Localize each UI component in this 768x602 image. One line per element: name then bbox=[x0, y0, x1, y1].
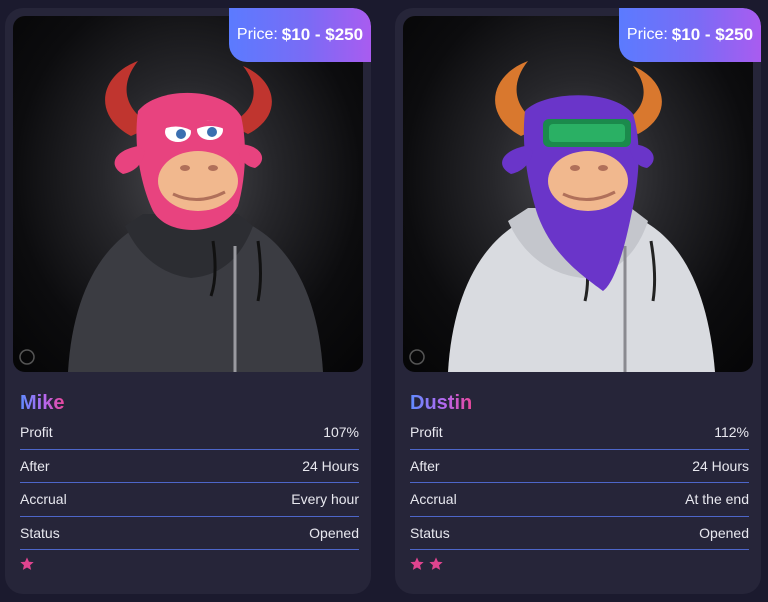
stat-label: Status bbox=[410, 524, 450, 541]
stat-row-after: After 24 Hours bbox=[20, 450, 359, 483]
stat-label: After bbox=[20, 457, 50, 474]
stat-label: Status bbox=[20, 524, 60, 541]
stat-row-status: Status Opened bbox=[20, 517, 359, 550]
price-badge: Price: $10 - $250 bbox=[229, 8, 371, 62]
card-title: Mike bbox=[20, 392, 65, 414]
stat-row-accrual: Accrual At the end bbox=[410, 483, 749, 517]
stat-value: Opened bbox=[309, 524, 359, 541]
stat-row-status: Status Opened bbox=[410, 517, 749, 550]
stat-value: At the end bbox=[685, 491, 749, 508]
price-label: Price: bbox=[626, 26, 668, 43]
price-badge: Price: $10 - $250 bbox=[619, 8, 761, 62]
stats-list: Profit 107% After 24 Hours Accrual Every… bbox=[20, 416, 359, 550]
nft-card-mike[interactable]: Price: $10 - $250 Mike Profit 107% After… bbox=[5, 8, 371, 594]
rating-stars bbox=[19, 556, 35, 572]
stat-value: Every hour bbox=[291, 491, 359, 508]
stat-value: 24 Hours bbox=[692, 457, 749, 474]
stat-label: Accrual bbox=[20, 491, 67, 508]
stat-value: 24 Hours bbox=[302, 457, 359, 474]
stat-row-accrual: Accrual Every hour bbox=[20, 483, 359, 517]
stat-label: Profit bbox=[20, 424, 53, 441]
stat-row-profit: Profit 107% bbox=[20, 416, 359, 450]
stat-value: 107% bbox=[323, 424, 359, 441]
price-range: $10 - $250 bbox=[281, 25, 364, 44]
star-icon bbox=[20, 557, 34, 570]
stat-label: Accrual bbox=[410, 491, 457, 508]
star-icon bbox=[429, 557, 443, 570]
nft-artwork-dustin bbox=[403, 16, 753, 372]
rating-stars bbox=[409, 556, 444, 572]
nft-artwork-mike bbox=[13, 16, 363, 372]
card-title: Dustin bbox=[410, 392, 473, 414]
stat-label: Profit bbox=[410, 424, 443, 441]
stat-value: Opened bbox=[699, 524, 749, 541]
nft-card-dustin[interactable]: Price: $10 - $250 Dustin Profit 112% Aft… bbox=[395, 8, 761, 594]
stat-label: After bbox=[410, 457, 440, 474]
stats-list: Profit 112% After 24 Hours Accrual At th… bbox=[410, 416, 749, 550]
stat-value: 112% bbox=[714, 424, 749, 441]
stat-row-after: After 24 Hours bbox=[410, 450, 749, 483]
price-label: Price: bbox=[236, 26, 278, 43]
stat-row-profit: Profit 112% bbox=[410, 416, 749, 450]
star-icon bbox=[410, 557, 424, 570]
price-range: $10 - $250 bbox=[671, 25, 754, 44]
